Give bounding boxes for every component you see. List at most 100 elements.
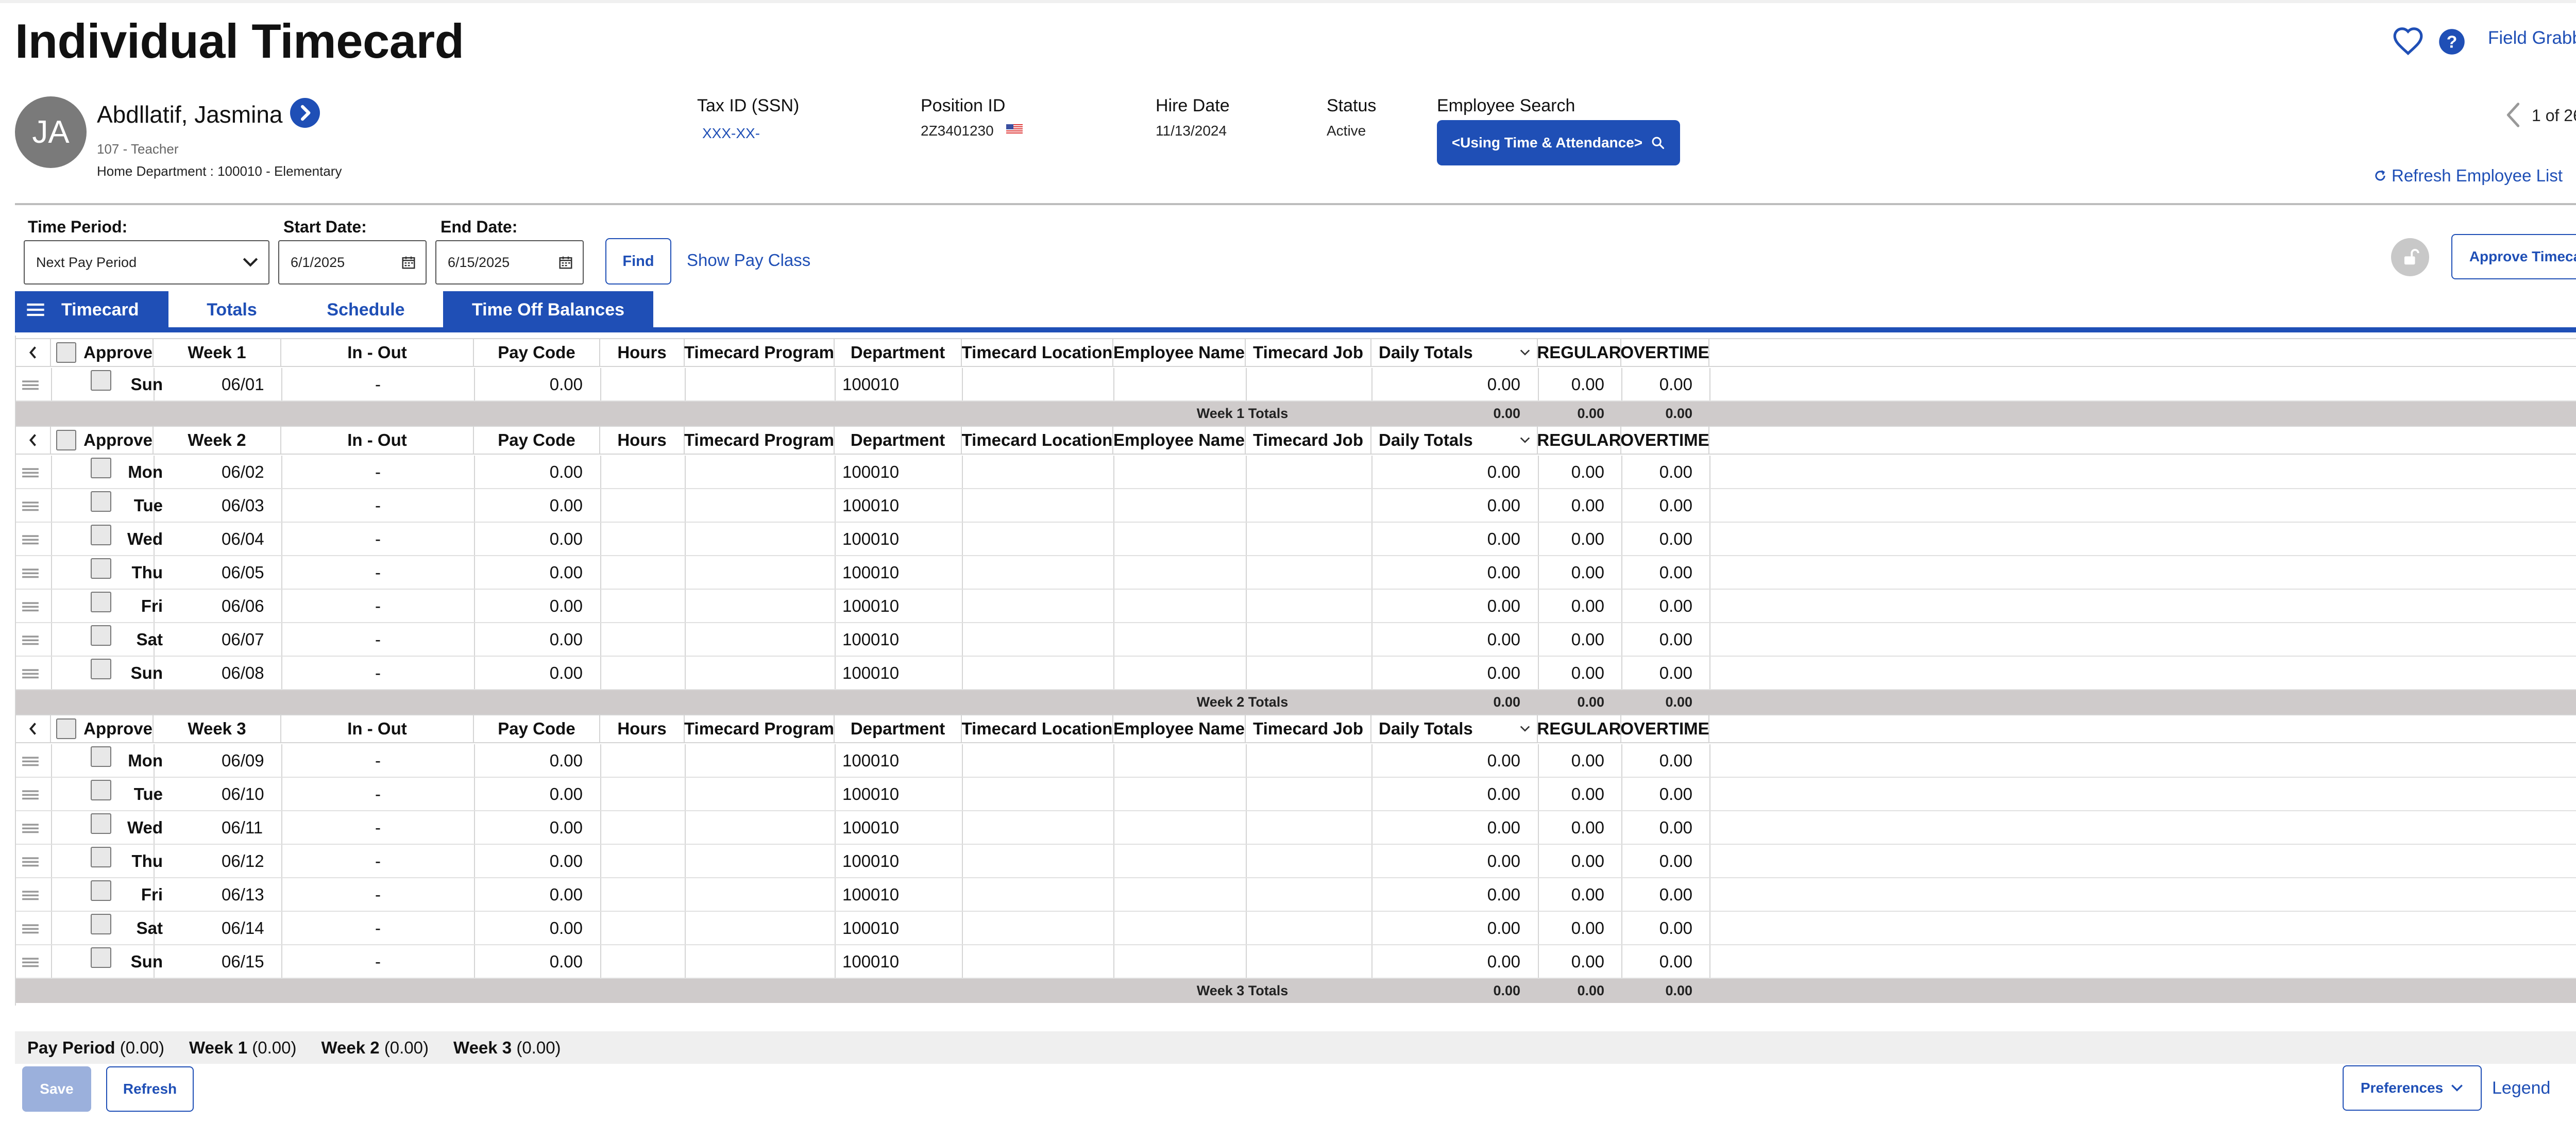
approve-day-checkbox[interactable]: [91, 558, 111, 579]
field-grabber-link[interactable]: Field Grabber: [2488, 28, 2576, 48]
employee-details-button[interactable]: [290, 98, 320, 128]
show-pay-class-link[interactable]: Show Pay Class: [687, 250, 810, 270]
preferences-button[interactable]: Preferences: [2343, 1065, 2482, 1111]
approve-day-checkbox[interactable]: [91, 370, 111, 391]
unlock-icon[interactable]: [2391, 238, 2429, 276]
approve-day-checkbox[interactable]: [91, 813, 111, 834]
column-divider: [1113, 489, 1114, 522]
department-value: 100010: [842, 817, 900, 837]
start-date-field[interactable]: 6/1/2025: [278, 240, 427, 285]
column-divider: [1371, 657, 1372, 689]
approve-all-checkbox[interactable]: [56, 430, 77, 450]
find-button[interactable]: Find: [605, 238, 671, 285]
hours-value: 0.00: [549, 562, 583, 582]
timecard-day-row: Tue 06/10 - 0.00 100010 0.00 0.00 0.00: [16, 778, 2576, 811]
drag-handle-icon[interactable]: [21, 633, 40, 647]
column-divider: [1538, 811, 1539, 844]
status-value: Active: [1327, 123, 1366, 139]
previous-employee-button[interactable]: [2503, 101, 2523, 129]
approve-day-checkbox[interactable]: [91, 914, 111, 934]
tab-time-off-balances[interactable]: Time Off Balances: [443, 291, 653, 328]
tab-timecard[interactable]: Timecard: [15, 291, 168, 328]
approve-day-checkbox[interactable]: [91, 659, 111, 679]
time-period-value: Next Pay Period: [36, 254, 137, 270]
approve-all-checkbox[interactable]: [56, 342, 77, 363]
col-header-department: Department: [835, 427, 962, 454]
approve-day-checkbox[interactable]: [91, 847, 111, 867]
day-of-week: Fri: [141, 884, 163, 904]
approve-day-checkbox[interactable]: [91, 746, 111, 767]
day-date: 06/01: [222, 374, 264, 394]
tab-schedule[interactable]: Schedule: [299, 291, 433, 328]
drag-handle-icon[interactable]: [21, 499, 40, 513]
favorite-heart-icon[interactable]: [2392, 26, 2424, 56]
column-divider: [1246, 368, 1247, 400]
drag-handle-icon[interactable]: [21, 378, 40, 392]
refresh-employee-list-link[interactable]: Refresh Employee List: [2373, 166, 2563, 186]
drag-handle-icon[interactable]: [21, 600, 40, 613]
drag-handle-icon[interactable]: [21, 566, 40, 580]
col-header-daily-totals[interactable]: Daily Totals: [1371, 715, 1538, 742]
approve-day-checkbox[interactable]: [91, 947, 111, 968]
day-of-week: Sat: [136, 918, 163, 938]
time-period-select[interactable]: Next Pay Period: [24, 240, 269, 285]
us-flag-icon: [1006, 124, 1023, 135]
department-value: 100010: [842, 851, 900, 871]
week-total-overtime: 0.00: [1665, 694, 1692, 710]
column-divider: [685, 489, 686, 522]
drag-handle-icon[interactable]: [21, 922, 40, 935]
drag-handle-icon[interactable]: [21, 889, 40, 902]
column-divider: [1371, 811, 1372, 844]
day-date: 06/08: [222, 663, 264, 682]
refresh-button[interactable]: Refresh: [106, 1066, 194, 1112]
end-date-field[interactable]: 6/15/2025: [435, 240, 584, 285]
overtime-value: 0.00: [1659, 817, 1692, 837]
approve-day-checkbox[interactable]: [91, 780, 111, 800]
daily-total-value: 0.00: [1487, 629, 1520, 649]
col-header-daily-totals[interactable]: Daily Totals: [1371, 339, 1538, 366]
drag-handle-icon[interactable]: [21, 855, 40, 868]
daily-total-value: 0.00: [1487, 817, 1520, 837]
drag-handle-icon[interactable]: [21, 533, 40, 546]
in-out-value: -: [375, 462, 381, 481]
column-divider: [1538, 590, 1539, 622]
column-divider: [1621, 623, 1622, 656]
collapse-week-button[interactable]: [16, 427, 51, 454]
overtime-value: 0.00: [1659, 629, 1692, 649]
column-divider: [1709, 778, 1710, 810]
col-header-daily-totals[interactable]: Daily Totals: [1371, 427, 1538, 454]
tab-totals[interactable]: Totals: [175, 291, 289, 328]
drag-handle-icon[interactable]: [21, 822, 40, 835]
daily-total-value: 0.00: [1487, 495, 1520, 515]
approve-day-checkbox[interactable]: [91, 458, 111, 478]
approve-all-header: Approve: [51, 339, 154, 366]
approve-all-checkbox[interactable]: [56, 718, 77, 739]
approve-timecard-button[interactable]: Approve Timecard: [2451, 234, 2576, 279]
approve-day-checkbox[interactable]: [91, 491, 111, 512]
approve-day-checkbox[interactable]: [91, 880, 111, 901]
drag-handle-icon[interactable]: [21, 755, 40, 768]
tax-id-value[interactable]: XXX-XX-: [702, 125, 760, 142]
save-button[interactable]: Save: [22, 1066, 91, 1112]
chevron-left-icon: [29, 723, 36, 735]
drag-handle-icon[interactable]: [21, 956, 40, 969]
collapse-week-button[interactable]: [16, 715, 51, 742]
drag-handle-icon[interactable]: [21, 466, 40, 479]
help-icon[interactable]: ?: [2438, 28, 2466, 56]
regular-value: 0.00: [1571, 462, 1604, 481]
approve-day-checkbox[interactable]: [91, 625, 111, 646]
drag-handle-icon[interactable]: [21, 788, 40, 801]
legend-link[interactable]: Legend: [2492, 1078, 2550, 1098]
daily-total-value: 0.00: [1487, 951, 1520, 971]
approve-day-checkbox[interactable]: [91, 592, 111, 612]
column-divider: [685, 912, 686, 944]
employee-search-button[interactable]: <Using Time & Attendance>: [1437, 120, 1680, 165]
timecard-day-row: Sat 06/14 - 0.00 100010 0.00 0.00 0.00: [16, 912, 2576, 945]
column-divider: [835, 778, 836, 810]
approve-day-checkbox[interactable]: [91, 525, 111, 545]
summary-week-1: Week 1 (0.00): [189, 1038, 297, 1057]
calendar-icon: [559, 256, 572, 269]
drag-handle-icon[interactable]: [21, 667, 40, 680]
overtime-value: 0.00: [1659, 750, 1692, 770]
collapse-week-button[interactable]: [16, 339, 51, 366]
